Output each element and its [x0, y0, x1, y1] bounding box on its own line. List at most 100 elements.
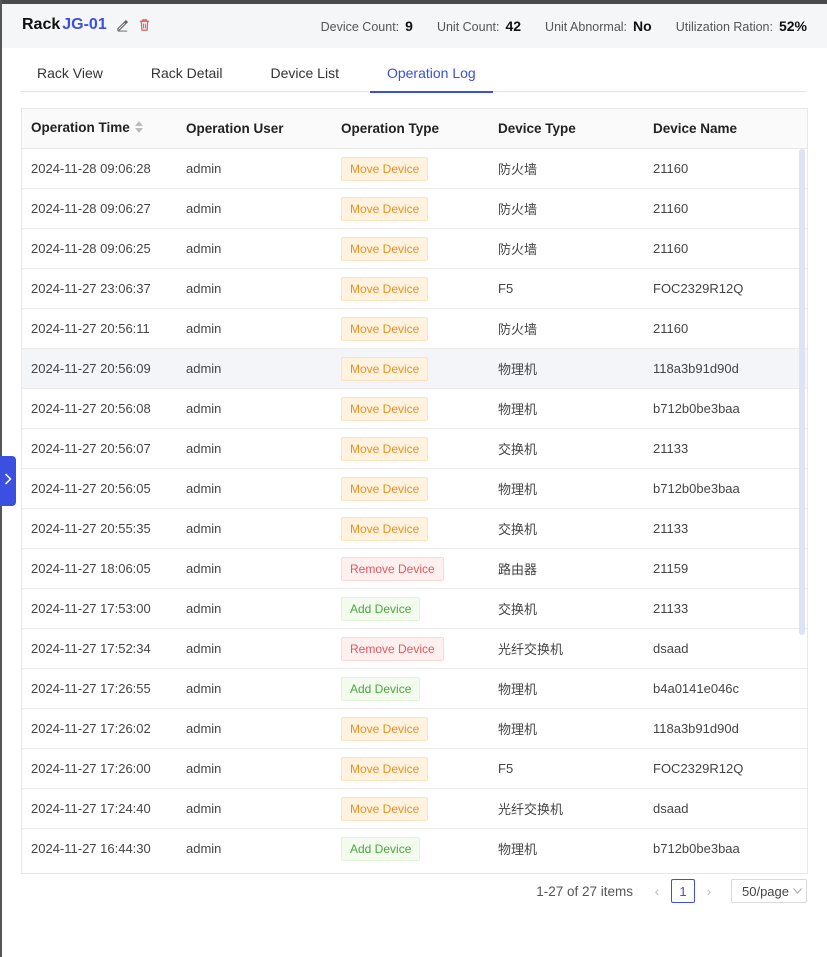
table-row[interactable]: 2024-11-27 20:56:07 admin Move Device 交换机 21… — [22, 429, 807, 469]
cell-operation-time: 2024-11-28 09:06:25 — [31, 241, 151, 256]
cell-operation-user: admin — [186, 761, 222, 776]
table-body[interactable]: 2024-11-28 09:06:28 admin Move Device 防火墙 21… — [22, 149, 807, 873]
edit-icon[interactable] — [115, 17, 131, 33]
column-operation-time[interactable]: Operation Time — [22, 120, 177, 137]
table-row[interactable]: 2024-11-28 09:06:28 admin Move Device 防火墙 21… — [22, 149, 807, 189]
table-row[interactable]: 2024-11-27 17:26:55 admin Add Device 物理机 b4a… — [22, 669, 807, 709]
vertical-scrollbar[interactable] — [799, 149, 805, 635]
side-panel-toggle[interactable] — [0, 456, 16, 506]
prev-page-icon[interactable]: ‹ — [647, 883, 667, 899]
table-row[interactable]: 2024-11-27 20:56:11 admin Move Device 防火墙 21… — [22, 309, 807, 349]
table-row[interactable]: 2024-11-27 23:06:37 admin Move Device F5 FOC… — [22, 269, 807, 309]
cell-operation-user: admin — [186, 801, 222, 816]
operation-type-tag: Add Device — [341, 836, 421, 861]
cell-device-name: 118a3b91d90d — [653, 361, 739, 376]
cell-operation-time: 2024-11-27 17:24:40 — [31, 801, 151, 816]
cell-operation-time: 2024-11-27 17:26:55 — [31, 681, 151, 696]
page-number[interactable]: 1 — [671, 879, 695, 903]
stat-value: 42 — [505, 18, 522, 34]
cell-device-type: F5 — [498, 761, 514, 776]
page-size-select[interactable]: 50/page — [731, 879, 807, 903]
cell-operation-time: 2024-11-27 20:55:35 — [31, 521, 151, 536]
stat-label: Unit Abnormal: — [545, 20, 628, 34]
cell-device-name: dsaad — [653, 641, 689, 656]
cell-operation-time: 2024-11-28 09:06:28 — [31, 161, 151, 176]
tab-device-list[interactable]: Device List — [253, 54, 355, 92]
stat-unit-count: Unit Count: 42 — [437, 18, 521, 34]
operation-type-tag: Remove Device — [341, 636, 444, 661]
cell-operation-type: Add Device — [332, 676, 489, 701]
table-row[interactable]: 2024-11-27 17:24:40 admin Move Device 光纤交换机… — [22, 789, 807, 829]
table-row[interactable]: 2024-11-27 18:06:05 admin Remove Device 路由器… — [22, 549, 807, 589]
chevron-right-icon — [4, 472, 12, 490]
cell-operation-user: admin — [186, 161, 222, 176]
operation-type-tag: Move Device — [341, 756, 429, 781]
cell-device-name: 21160 — [653, 201, 689, 216]
tab-rack-view[interactable]: Rack View — [20, 54, 120, 92]
cell-operation-type: Move Device — [332, 156, 489, 181]
cell-device-name: 21133 — [653, 521, 689, 536]
column-operation-type: Operation Type — [341, 121, 440, 136]
sort-icon[interactable] — [134, 120, 144, 137]
cell-device-type: 防火墙 — [498, 322, 538, 337]
tab-operation-log[interactable]: Operation Log — [369, 54, 493, 93]
operation-type-tag: Move Device — [341, 716, 429, 741]
rack-label: Rack — [22, 16, 61, 33]
operation-log-table: Operation Time Operation User Operation … — [21, 108, 808, 874]
cell-device-name: dsaad — [653, 801, 689, 816]
cell-device-name: 21133 — [653, 601, 689, 616]
cell-operation-type: Move Device — [332, 316, 489, 341]
cell-operation-type: Move Device — [332, 476, 489, 501]
cell-device-type: 物理机 — [498, 482, 538, 497]
cell-device-name: b712b0be3baa — [653, 401, 740, 416]
operation-type-tag: Move Device — [341, 796, 429, 821]
page-size-value: 50/page — [742, 883, 789, 899]
cell-device-type: 路由器 — [498, 562, 538, 577]
operation-type-tag: Add Device — [341, 676, 421, 701]
table-row[interactable]: 2024-11-27 17:53:00 admin Add Device 交换机 211… — [22, 589, 807, 629]
table-row[interactable]: 2024-11-28 09:06:27 admin Move Device 防火墙 21… — [22, 189, 807, 229]
cell-operation-time: 2024-11-27 20:56:09 — [31, 361, 151, 376]
cell-device-name: 21160 — [653, 241, 689, 256]
rack-id: JG-01 — [62, 16, 107, 33]
table-row[interactable]: 2024-11-27 16:44:30 admin Add Device 物理机 b71… — [22, 829, 807, 869]
stat-value: 9 — [405, 18, 413, 34]
cell-operation-type: Move Device — [332, 716, 489, 741]
cell-device-name: 21160 — [653, 161, 689, 176]
rack-header: Rack JG-01 Device Count: 9 Unit Count: 4… — [2, 4, 827, 48]
operation-type-tag: Move Device — [341, 156, 429, 181]
cell-operation-user: admin — [186, 481, 222, 496]
tab-bar: Rack View Rack Detail Device List Operat… — [20, 54, 806, 93]
table-row[interactable]: 2024-11-27 17:26:02 admin Move Device 物理机 11… — [22, 709, 807, 749]
cell-device-name: b4a0141e046c — [653, 681, 740, 696]
stat-value: No — [633, 18, 652, 34]
delete-icon[interactable] — [137, 17, 153, 33]
cell-device-type: 防火墙 — [498, 162, 538, 177]
stat-value: 52% — [778, 18, 807, 34]
cell-operation-user: admin — [186, 561, 222, 576]
table-row[interactable]: 2024-11-27 20:55:35 admin Move Device 交换机 21… — [22, 509, 807, 549]
table-row[interactable]: 2024-11-27 20:56:05 admin Move Device 物理机 b7… — [22, 469, 807, 509]
cell-operation-type: Move Device — [332, 756, 489, 781]
table-row[interactable]: 2024-11-27 17:26:00 admin Move Device F5 FOC… — [22, 749, 807, 789]
cell-operation-type: Move Device — [332, 396, 489, 421]
tab-rack-detail[interactable]: Rack Detail — [134, 54, 240, 92]
chevron-down-icon — [793, 886, 802, 897]
cell-operation-type: Remove Device — [332, 636, 489, 661]
stat-label: Unit Count: — [436, 20, 500, 34]
cell-device-name: FOC2329R12Q — [653, 761, 744, 776]
table-header: Operation Time Operation User Operation … — [22, 109, 807, 149]
cell-operation-type: Move Device — [332, 236, 489, 261]
table-row[interactable]: 2024-11-27 17:52:34 admin Remove Device 光纤交… — [22, 629, 807, 669]
table-row[interactable]: 2024-11-27 20:56:08 admin Move Device 物理机 b7… — [22, 389, 807, 429]
cell-operation-time: 2024-11-27 20:56:08 — [31, 401, 151, 416]
cell-operation-type: Remove Device — [332, 556, 489, 581]
table-row[interactable]: 2024-11-28 09:06:25 admin Move Device 防火墙 21… — [22, 229, 807, 269]
table-row[interactable]: 2024-11-27 20:56:09 admin Move Device 物理机 11… — [22, 349, 807, 389]
cell-operation-user: admin — [186, 841, 222, 856]
next-page-icon[interactable]: › — [699, 883, 719, 899]
cell-device-type: 防火墙 — [498, 202, 538, 217]
cell-device-type: F5 — [498, 281, 514, 296]
cell-device-name: 21160 — [653, 321, 689, 336]
cell-device-type: 物理机 — [498, 722, 538, 737]
